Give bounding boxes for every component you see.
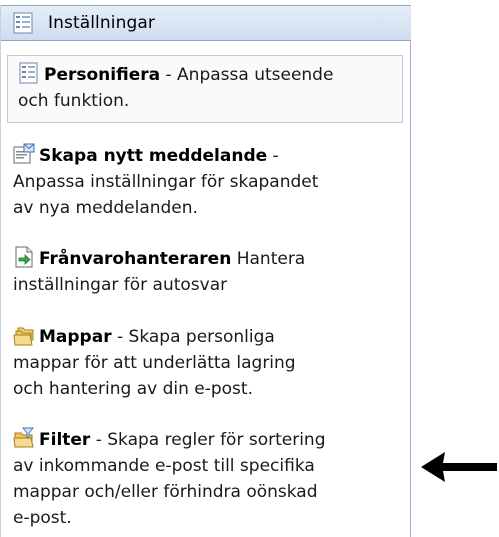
item-title[interactable]: Filter (39, 430, 90, 450)
item-description: Anpassa utseende (177, 65, 334, 85)
item-line-3: och hantering av din e-post. (13, 379, 253, 399)
item-line-3: av nya meddelanden. (13, 198, 198, 218)
item-line-2: och funktion. (18, 91, 130, 111)
item-separator: - (160, 65, 178, 85)
item-title[interactable]: Frånvarohanteraren (39, 249, 231, 269)
settings-panel: Inställningar Personifiera - Anpassa uts… (0, 5, 411, 537)
menu-item-franvarohanteraren[interactable]: Frånvarohanteraren Hantera inställningar… (13, 246, 401, 298)
settings-list-icon (19, 62, 38, 84)
item-title[interactable]: Mappar (39, 327, 112, 347)
folders-icon (13, 327, 34, 346)
item-line-2: inställningar för autosvar (13, 275, 228, 295)
auto-reply-icon (15, 246, 33, 268)
item-line-1: Frånvarohanteraren Hantera (13, 246, 401, 272)
menu-item-filter[interactable]: Filter - Skapa regler för sortering av i… (13, 427, 401, 531)
item-line-1: Filter - Skapa regler för sortering (13, 427, 401, 453)
menu-item-mappar[interactable]: Mappar - Skapa personliga mappar för att… (13, 324, 401, 402)
item-separator: - (267, 146, 279, 166)
left-arrow-icon (421, 452, 497, 482)
filter-folder-icon (13, 427, 34, 448)
item-line-2: Anpassa inställningar för skapandet (13, 172, 319, 192)
menu-item-personifiera[interactable]: Personifiera - Anpassa utseende och funk… (7, 55, 403, 123)
settings-list-icon (13, 12, 33, 34)
screenshot-root: Inställningar Personifiera - Anpassa uts… (0, 0, 499, 537)
item-line-2: mappar för att underlätta lagring (13, 353, 296, 373)
menu-item-skapa-nytt-meddelande[interactable]: Skapa nytt meddelande - Anpassa inställn… (13, 143, 401, 221)
item-line-2: av inkommande e-post till specifika (13, 456, 315, 476)
new-message-icon (13, 143, 35, 164)
item-line-3: mappar och/eller förhindra oönskad (13, 482, 318, 502)
item-line-4: e-post. (13, 508, 72, 528)
item-line-1: Skapa nytt meddelande - (13, 143, 401, 169)
item-separator: - (111, 327, 129, 347)
settings-header[interactable]: Inställningar (1, 5, 411, 41)
item-line-1: Mappar - Skapa personliga (13, 324, 401, 350)
item-description: Skapa regler för sortering (107, 430, 326, 450)
item-description: Hantera (236, 249, 306, 269)
item-title[interactable]: Personifiera (44, 65, 160, 85)
item-title[interactable]: Skapa nytt meddelande (39, 146, 267, 166)
item-separator: - (90, 430, 108, 450)
header-title: Inställningar (48, 13, 155, 33)
item-line-1: Personifiera - Anpassa utseende (18, 62, 396, 88)
item-description: Skapa personliga (128, 327, 275, 347)
